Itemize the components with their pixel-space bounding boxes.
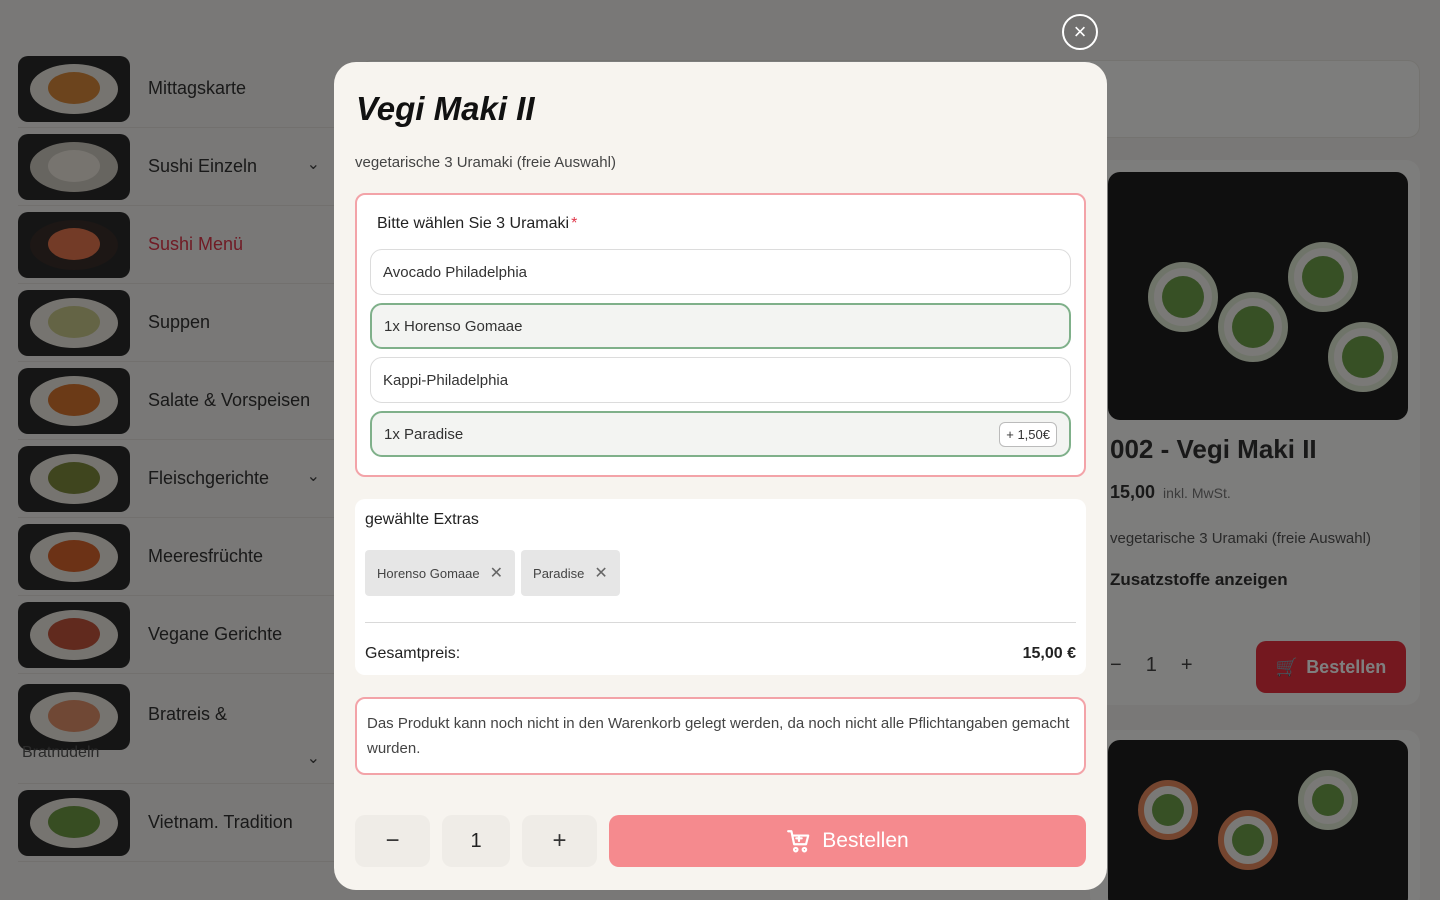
cart-icon: [787, 830, 810, 853]
option-kappi-philadelphia[interactable]: Kappi-Philadelphia: [370, 357, 1071, 403]
modal-actions: − 1 + Bestellen: [355, 815, 1086, 867]
extras-title: gewählte Extras: [365, 511, 479, 528]
modal-title: Vegi Maki II: [356, 90, 535, 127]
option-group-label: Bitte wählen Sie 3 Uramaki *: [377, 215, 578, 232]
total-amount: 15,00 €: [1022, 645, 1076, 662]
extras-chip-list: Horenso Gomaae ✕ Paradise ✕: [365, 550, 1076, 596]
extra-chip: Horenso Gomaae ✕: [365, 550, 516, 596]
option-avocado-philadelphia[interactable]: Avocado Philadelphia: [370, 249, 1071, 295]
remove-icon[interactable]: ✕: [490, 563, 503, 583]
quantity-value: 1: [442, 815, 510, 867]
chip-label: Paradise: [533, 565, 585, 581]
chip-label: Horenso Gomaae: [377, 565, 480, 581]
remove-icon[interactable]: ✕: [594, 563, 607, 583]
validation-notice: Das Produkt kann noch nicht in den Waren…: [355, 697, 1086, 775]
option-label: 1x Horenso Gomaae: [384, 317, 523, 335]
total-label: Gesamtpreis:: [365, 645, 461, 662]
option-label: 1x Paradise: [384, 425, 464, 443]
option-paradise[interactable]: 1x Paradise + 1,50€: [370, 411, 1071, 457]
total-row: Gesamtpreis: 15,00 €: [365, 645, 1076, 663]
option-label: Avocado Philadelphia: [383, 263, 528, 281]
divider: [365, 622, 1076, 623]
surcharge-badge: + 1,50€: [999, 421, 1057, 447]
extra-chip: Paradise ✕: [521, 550, 620, 596]
quantity-minus-button[interactable]: −: [355, 815, 430, 867]
close-icon[interactable]: ×: [1062, 14, 1098, 50]
quantity-plus-button[interactable]: +: [522, 815, 597, 867]
option-group: Bitte wählen Sie 3 Uramaki * Avocado Phil…: [355, 193, 1086, 477]
option-label: Kappi-Philadelphia: [383, 371, 509, 389]
modal-description: vegetarische 3 Uramaki (freie Auswahl): [355, 154, 616, 171]
order-button-label: Bestellen: [822, 829, 909, 852]
order-button[interactable]: Bestellen: [609, 815, 1086, 867]
required-mark: *: [571, 215, 578, 232]
option-horenso-gomaae[interactable]: 1x Horenso Gomaae: [370, 303, 1071, 349]
product-modal: Vegi Maki II vegetarische 3 Uramaki (fre…: [334, 62, 1107, 890]
selected-extras: gewählte Extras Horenso Gomaae ✕ Paradis…: [355, 499, 1086, 675]
